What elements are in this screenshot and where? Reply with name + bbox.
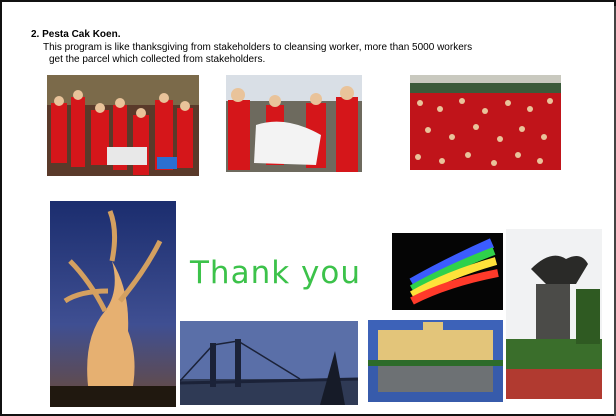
description-line-2: get the parcel which collected from stak… xyxy=(49,54,266,65)
photo-crowd-red-shirts-2 xyxy=(226,75,362,172)
photo-crowd-red-shirts-3 xyxy=(410,75,561,170)
description-line-1: This program is like thanksgiving from s… xyxy=(43,42,473,53)
photo-statue-park xyxy=(506,229,602,399)
photo-monument-night xyxy=(50,201,176,407)
photo-building-reflection xyxy=(368,320,503,402)
photo-suspension-bridge xyxy=(180,321,358,405)
photo-rainbow-light xyxy=(392,233,503,310)
section-description: This program is like thanksgiving from s… xyxy=(43,42,583,66)
section-heading: 2. Pesta Cak Koen. xyxy=(31,29,121,40)
thank-you-text: Thank you xyxy=(190,255,361,291)
photo-crowd-red-shirts-1 xyxy=(47,75,199,176)
